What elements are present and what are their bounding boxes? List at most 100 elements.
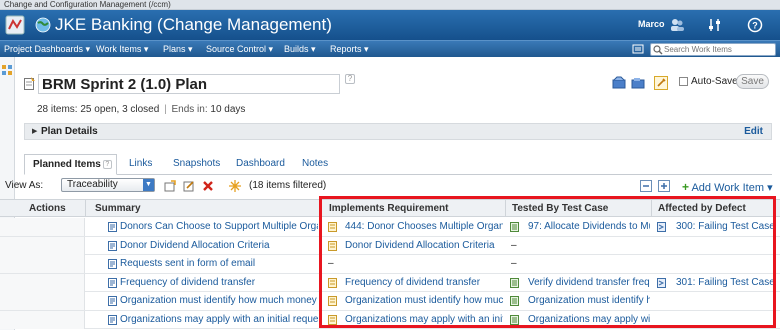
defect-link[interactable]: 300: Failing Test Case "... bbox=[676, 221, 774, 232]
summary-link[interactable]: Requests sent in form of email bbox=[120, 258, 318, 269]
search-menu-icon[interactable] bbox=[632, 43, 644, 55]
summary-link[interactable]: Organizations may apply with an initial … bbox=[120, 314, 318, 325]
actions-cell[interactable] bbox=[0, 218, 85, 236]
nav-plans[interactable]: Plans ▾ bbox=[163, 44, 193, 55]
col-actions[interactable]: Actions bbox=[29, 203, 66, 214]
plan-title-field[interactable]: BRM Sprint 2 (1.0) Plan bbox=[38, 74, 340, 94]
test-case-link[interactable]: Organization must identify how bbox=[528, 295, 650, 306]
expand-triangle-icon[interactable]: ▶ bbox=[32, 127, 37, 135]
col-summary[interactable]: Summary bbox=[95, 203, 141, 214]
autosave-checkbox[interactable] bbox=[679, 77, 688, 86]
plan-icon bbox=[24, 77, 35, 90]
delete-view-icon[interactable] bbox=[202, 180, 214, 192]
mini-dashboard-icon[interactable] bbox=[2, 65, 12, 75]
plan-title-help-icon[interactable]: ? bbox=[345, 74, 355, 84]
project-globe-icon bbox=[35, 17, 51, 33]
nav-builds[interactable]: Builds ▾ bbox=[284, 44, 316, 55]
tab-notes[interactable]: Notes bbox=[302, 158, 328, 169]
nav-project-dashboards[interactable]: Project Dashboards ▾ bbox=[4, 44, 90, 55]
summary-link[interactable]: Frequency of dividend transfer bbox=[120, 277, 318, 288]
collapse-all-icon[interactable] bbox=[640, 180, 652, 192]
add-icon: + bbox=[682, 180, 690, 194]
actions-cell[interactable] bbox=[0, 292, 85, 310]
requirement-link[interactable]: 444: Donor Chooses Multiple Organization… bbox=[345, 221, 503, 232]
open-planner-icon[interactable] bbox=[612, 76, 626, 90]
tab-links[interactable]: Links bbox=[129, 158, 152, 169]
col-affected-by-defect[interactable]: Affected by Defect bbox=[658, 203, 746, 214]
nav-work-items[interactable]: Work Items ▾ bbox=[96, 44, 148, 55]
tab-planned-items[interactable]: Planned Items? bbox=[24, 154, 117, 175]
settings-sliders-icon[interactable] bbox=[707, 17, 723, 33]
test-case-link[interactable]: Verify dividend transfer frequency bbox=[528, 277, 650, 288]
work-item-icon bbox=[108, 240, 117, 251]
table-row[interactable]: Donor Dividend Allocation Criteria Donor … bbox=[0, 236, 780, 255]
summary-link[interactable]: Organization must identify how much mone… bbox=[120, 295, 318, 306]
add-work-item-button[interactable]: + Add Work Item ▾ bbox=[682, 180, 773, 194]
table-row[interactable]: Frequency of dividend transfer Frequency … bbox=[0, 273, 780, 292]
items-count: 28 items: bbox=[37, 104, 78, 115]
edit-lock-icon[interactable] bbox=[654, 76, 668, 90]
requirement-link[interactable]: Organizations may apply with an initial … bbox=[345, 314, 503, 325]
summary-link[interactable]: Donor Dividend Allocation Criteria bbox=[120, 240, 318, 251]
test-case-link[interactable]: Organizations may apply with an bbox=[528, 314, 650, 325]
actions-cell[interactable] bbox=[0, 236, 85, 255]
work-item-icon bbox=[108, 296, 117, 306]
table-row[interactable]: Organizations may apply with an initial … bbox=[0, 310, 780, 329]
view-as-select[interactable]: Traceability ▼ bbox=[61, 178, 155, 192]
tab-snapshots[interactable]: Snapshots bbox=[173, 158, 220, 169]
window-title: Change and Configuration Management (/cc… bbox=[0, 0, 780, 10]
table-row[interactable]: Organization must identify how much mone… bbox=[0, 292, 780, 311]
search-input[interactable] bbox=[664, 44, 774, 55]
project-title-text: JKE Banking (Change Management) bbox=[55, 15, 332, 34]
meta-separator: | bbox=[164, 104, 167, 115]
filter-icon[interactable] bbox=[229, 180, 241, 192]
actions-cell[interactable] bbox=[0, 255, 85, 273]
edit-view-icon[interactable] bbox=[183, 180, 195, 192]
test-case-link: – bbox=[511, 258, 517, 269]
open-folder-icon[interactable] bbox=[631, 76, 645, 90]
requirement-icon bbox=[328, 277, 337, 288]
tab-help-icon[interactable]: ? bbox=[102, 160, 112, 169]
new-view-icon[interactable] bbox=[164, 180, 176, 192]
save-button[interactable]: Save bbox=[736, 74, 769, 89]
actions-cell[interactable] bbox=[0, 310, 85, 329]
requirement-link[interactable]: Organization must identify how much mone… bbox=[345, 295, 503, 306]
filtered-count[interactable]: (18 items filtered) bbox=[249, 180, 326, 191]
nav-source-control[interactable]: Source Control ▾ bbox=[206, 44, 273, 55]
actions-cell[interactable] bbox=[0, 273, 85, 292]
project-title[interactable]: JKE Banking (Change Management) bbox=[55, 15, 332, 35]
tab-planned-items-label: Planned Items bbox=[33, 159, 101, 170]
app-logo-icon[interactable] bbox=[5, 15, 25, 35]
view-as-value: Traceability bbox=[67, 179, 118, 190]
dropdown-arrow-icon: ▼ bbox=[143, 179, 154, 191]
requirement-icon bbox=[328, 240, 337, 251]
col-divider bbox=[651, 200, 652, 217]
help-icon[interactable]: ? bbox=[747, 17, 763, 33]
test-case-icon bbox=[510, 277, 519, 288]
summary-link[interactable]: Donors Can Choose to Support Multiple Or… bbox=[120, 221, 318, 232]
requirement-link[interactable]: Donor Dividend Allocation Criteria bbox=[345, 240, 503, 251]
test-case-link[interactable]: 97: Allocate Dividends to Multiple bbox=[528, 221, 650, 232]
requirement-icon bbox=[328, 314, 337, 325]
user-name[interactable]: Marco bbox=[638, 19, 665, 29]
work-item-icon bbox=[108, 222, 117, 232]
requirement-link[interactable]: Frequency of dividend transfer bbox=[345, 277, 503, 288]
defect-link[interactable]: 301: Failing Test Case "... bbox=[676, 277, 774, 288]
col-divider bbox=[505, 200, 506, 217]
plan-details-edit-link[interactable]: Edit bbox=[744, 126, 763, 137]
col-implements-requirement[interactable]: Implements Requirement bbox=[329, 203, 448, 214]
ends-value: 10 days bbox=[210, 104, 246, 115]
requirement-link: – bbox=[328, 258, 334, 269]
requirement-icon bbox=[328, 296, 337, 306]
table-row[interactable]: Donors Can Choose to Support Multiple Or… bbox=[0, 218, 780, 237]
work-item-icon bbox=[108, 314, 117, 325]
col-tested-by-test-case[interactable]: Tested By Test Case bbox=[512, 203, 608, 214]
tab-dashboard[interactable]: Dashboard bbox=[236, 158, 285, 169]
expand-all-icon[interactable] bbox=[658, 180, 670, 192]
search-box[interactable] bbox=[650, 43, 776, 56]
table-row[interactable]: Requests sent in form of email – – bbox=[0, 255, 780, 274]
nav-reports[interactable]: Reports ▾ bbox=[330, 44, 369, 55]
plan-details-section[interactable]: ▶ Plan Details Edit bbox=[24, 123, 772, 140]
plan-tabs: Planned Items? Links Snapshots Dashboard… bbox=[24, 154, 772, 175]
users-icon[interactable] bbox=[669, 17, 685, 33]
